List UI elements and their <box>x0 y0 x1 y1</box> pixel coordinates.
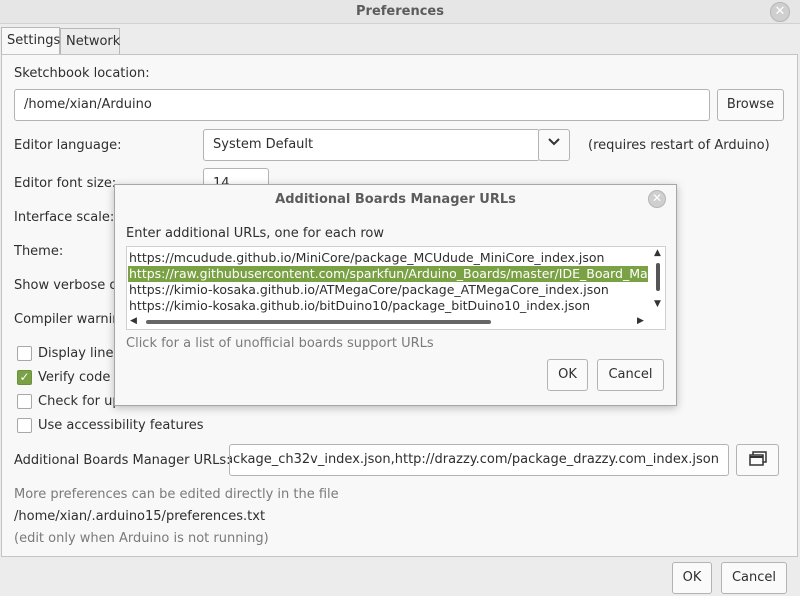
edit-note: (edit only when Arduino is not running) <box>14 531 269 546</box>
display-line-numbers-checkbox[interactable] <box>17 346 32 361</box>
accessibility-label: Use accessibility features <box>38 418 204 433</box>
cancel-button[interactable]: Cancel <box>721 562 787 594</box>
sketchbook-input[interactable]: /home/xian/Arduino <box>14 89 710 121</box>
prefs-file-path: /home/xian/.arduino15/preferences.txt <box>14 509 266 524</box>
compiler-warnings-label: Compiler warning <box>14 312 129 327</box>
vertical-scrollbar[interactable]: ▲ ▼ <box>652 247 665 313</box>
horizontal-scroll-thumb[interactable] <box>146 320 491 324</box>
boards-urls-dialog: Additional Boards Manager URLs ✕ Enter a… <box>114 184 677 406</box>
ok-button[interactable]: OK <box>672 562 712 594</box>
more-prefs-text: More preferences can be edited directly … <box>14 487 339 502</box>
language-restart-note: (requires restart of Arduino) <box>588 138 770 153</box>
url-row[interactable]: https://mcudude.github.io/MiniCore/packa… <box>128 250 604 266</box>
url-row[interactable]: https://kimio-kosaka.github.io/bitDuino1… <box>128 298 590 314</box>
check-updates-label: Check for up <box>38 394 121 409</box>
unofficial-urls-link[interactable]: Click for a list of unofficial boards su… <box>126 336 434 351</box>
browse-button[interactable]: Browse <box>717 89 784 121</box>
vertical-scroll-thumb[interactable] <box>656 263 660 291</box>
boards-urls-input[interactable]: \/package_ch32v_index.json,http://drazzy… <box>229 444 729 476</box>
sketchbook-label: Sketchbook location: <box>14 66 150 81</box>
dialog-cancel-button[interactable]: Cancel <box>597 359 664 391</box>
horizontal-scrollbar[interactable]: ◀ ▶ <box>127 315 651 329</box>
scroll-right-icon[interactable]: ▶ <box>637 316 644 326</box>
boards-urls-label: Additional Boards Manager URLs: <box>14 453 231 468</box>
editor-language-select[interactable]: System Default <box>203 129 540 161</box>
scroll-left-icon[interactable]: ◀ <box>130 316 137 326</box>
boards-urls-value: \/package_ch32v_index.json,http://drazzy… <box>229 452 719 467</box>
theme-label: Theme: <box>14 244 64 259</box>
urls-textarea[interactable]: https://mcudude.github.io/MiniCore/packa… <box>126 246 666 330</box>
tab-settings[interactable]: Settings <box>1 27 60 55</box>
window-list-icon <box>748 451 767 466</box>
editor-language-label: Editor language: <box>14 138 122 153</box>
dialog-title: Additional Boards Manager URLs <box>275 192 516 207</box>
dialog-instruction: Enter additional URLs, one for each row <box>126 226 385 241</box>
chevron-down-icon <box>548 138 560 146</box>
verify-code-checkbox[interactable]: ✓ <box>17 370 32 385</box>
check-updates-checkbox[interactable] <box>17 394 32 409</box>
edit-urls-button[interactable] <box>736 444 779 476</box>
language-dropdown-button[interactable] <box>538 129 570 161</box>
scroll-up-icon[interactable]: ▲ <box>654 248 661 258</box>
interface-scale-label: Interface scale: <box>14 210 115 225</box>
scroll-down-icon[interactable]: ▼ <box>654 299 661 309</box>
url-row[interactable]: https://kimio-kosaka.github.io/ATMegaCor… <box>128 282 609 298</box>
display-line-numbers-label: Display line n <box>38 346 126 361</box>
tab-network[interactable]: Network <box>60 28 120 54</box>
verbose-output-label: Show verbose ou <box>14 278 126 293</box>
url-row-selected[interactable]: https://raw.githubusercontent.com/sparkf… <box>128 266 648 282</box>
dialog-close-icon[interactable]: ✕ <box>648 190 666 208</box>
close-icon[interactable]: ✕ <box>770 2 790 22</box>
font-size-label: Editor font size: <box>14 176 117 191</box>
window-title: Preferences <box>356 4 444 19</box>
accessibility-checkbox[interactable] <box>17 418 32 433</box>
dialog-ok-button[interactable]: OK <box>547 359 588 391</box>
verify-code-label: Verify code a <box>38 370 123 385</box>
title-bar: Preferences ✕ <box>0 0 800 24</box>
